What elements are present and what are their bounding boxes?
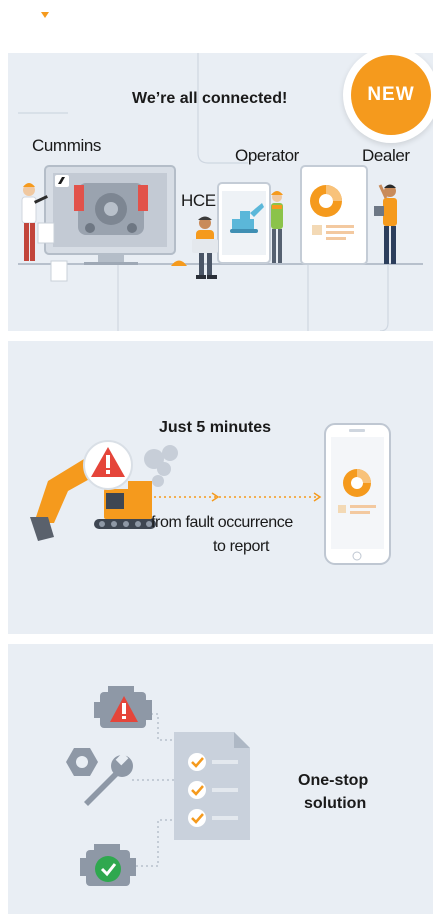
monitor-icon (44, 165, 176, 265)
minutes-title: Just 5 minutes (159, 419, 272, 436)
label-cummins: Cummins (32, 136, 101, 155)
engine-icon (80, 844, 136, 886)
phone-icon (324, 423, 391, 565)
label-operator: Operator (235, 146, 299, 165)
engine-icon (94, 686, 152, 728)
panel-minutes: Just 5 minutes from fault occurrence to … (8, 341, 433, 634)
dropdown-marker-icon (41, 12, 49, 18)
flow-arrow (154, 492, 322, 502)
person-icon (374, 184, 397, 264)
onestop-line1: One-stop (298, 772, 369, 789)
minutes-caption-line2: to report (213, 538, 269, 555)
tablet-icon (217, 182, 271, 264)
label-hce: HCE (181, 191, 216, 210)
warning-icon (83, 440, 133, 490)
nut-icon (66, 748, 98, 776)
connected-title: We’re all connected! (132, 90, 288, 107)
minutes-caption-line1: from fault occurrence (151, 514, 293, 531)
checkmark-icon (188, 753, 206, 827)
connectors (126, 713, 174, 867)
label-dealer: Dealer (362, 146, 410, 165)
panel-connected: NEW We’re all connected! Cummins Operato… (8, 53, 433, 331)
onestop-line2: solution (304, 795, 367, 812)
minutes-illustration (30, 423, 391, 565)
onestop-illustration (66, 686, 250, 886)
tablet-icon (300, 165, 368, 265)
checklist-icon (174, 732, 250, 840)
engine-icon (74, 183, 148, 235)
new-badge-label: NEW (351, 55, 431, 135)
person-icon (171, 216, 218, 279)
panel-onestop: One-stop solution (8, 644, 433, 914)
person-icon (271, 191, 283, 263)
